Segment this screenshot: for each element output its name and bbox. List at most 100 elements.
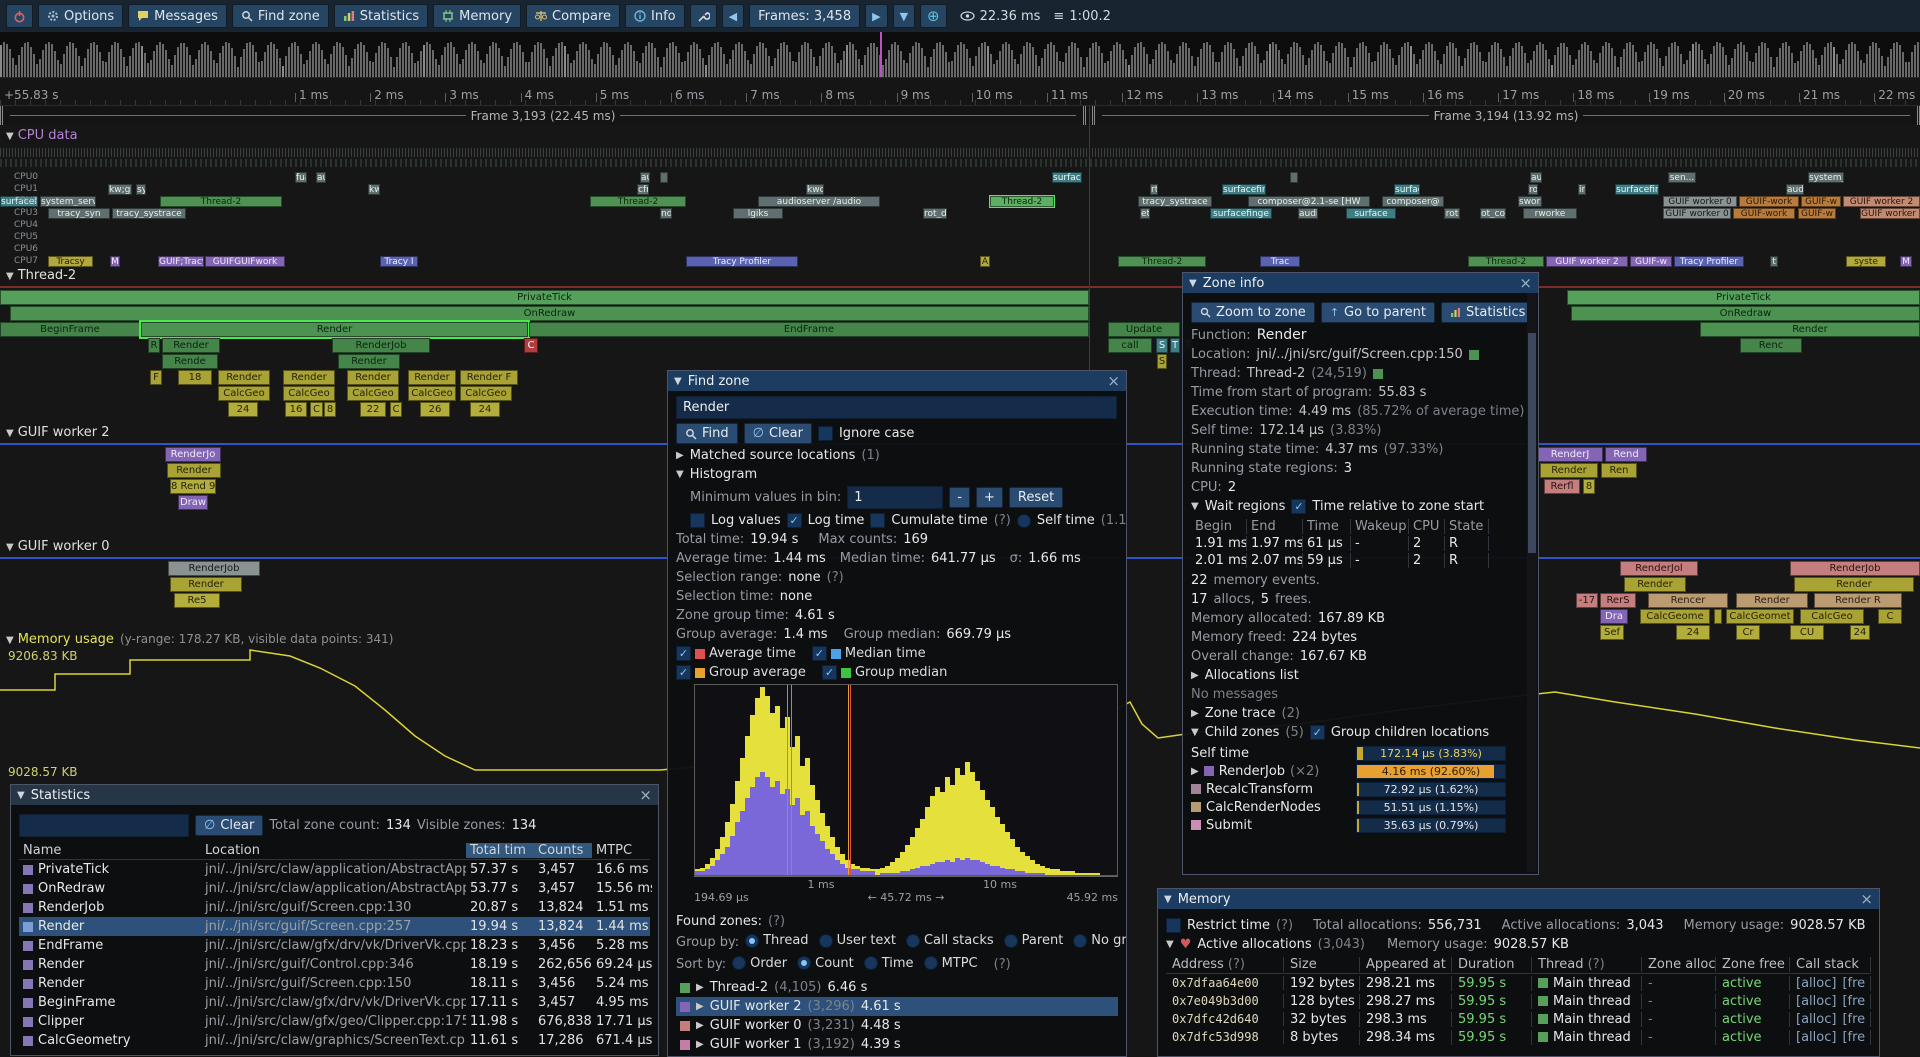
close-icon[interactable]: × bbox=[1107, 374, 1120, 389]
legend-checkbox[interactable] bbox=[812, 646, 827, 661]
timeline-zone[interactable]: RenderJo bbox=[165, 447, 221, 462]
timeline-zone[interactable]: 24 bbox=[470, 402, 500, 417]
close-icon[interactable]: × bbox=[1860, 892, 1873, 907]
timeline-zone[interactable]: Rerfl bbox=[1544, 479, 1580, 494]
timeline-zone[interactable]: Render bbox=[218, 370, 270, 385]
cpu-segment[interactable]: Tracsy bbox=[48, 256, 93, 267]
column-header[interactable]: Time bbox=[1303, 519, 1351, 534]
cpu-segment[interactable]: nd bbox=[660, 208, 672, 219]
table-row[interactable]: EndFramejni/../jni/src/claw/gfx/drv/vk/D… bbox=[19, 936, 650, 955]
cpu-segment[interactable]: composer@ bbox=[1382, 196, 1444, 207]
collapse-icon[interactable]: ▼ bbox=[17, 790, 25, 801]
find-zone-search-input[interactable] bbox=[676, 396, 1117, 419]
cpu-segment[interactable]: Thread-2 bbox=[160, 196, 282, 207]
close-icon[interactable]: × bbox=[1519, 276, 1532, 291]
timeline-zone[interactable]: 24 bbox=[1676, 625, 1710, 640]
legend-checkbox[interactable] bbox=[676, 665, 691, 680]
allocation-row[interactable]: 0x7dfc53d9988 bytes298.34 ms59.95 sMain … bbox=[1166, 1028, 1871, 1046]
column-header[interactable]: Wakeup bbox=[1351, 519, 1409, 534]
scrollbar-thumb[interactable] bbox=[1528, 333, 1536, 553]
collapse-icon[interactable]: ▼ bbox=[6, 271, 14, 282]
cpu-segment[interactable]: GUIF worker 2 bbox=[1843, 196, 1920, 207]
timeline-zone[interactable]: PrivateTick bbox=[0, 290, 1089, 305]
cpu-segment[interactable]: et bbox=[1140, 208, 1150, 219]
group-children-checkbox[interactable] bbox=[1310, 725, 1325, 740]
table-row[interactable]: Renderjni/../jni/src/guif/Control.cpp:34… bbox=[19, 955, 650, 974]
free-callstack-link[interactable]: [fre bbox=[1842, 976, 1865, 991]
timeline-zone[interactable]: RenderJob bbox=[332, 338, 430, 353]
timeline-zone[interactable]: CalcGeo bbox=[218, 386, 270, 401]
cpu-segment[interactable]: swork bbox=[1518, 196, 1542, 207]
timeline-zone[interactable]: Render bbox=[1700, 322, 1920, 337]
timeline-zone[interactable]: 24 bbox=[1850, 625, 1870, 640]
prev-frame-button[interactable]: ◀ bbox=[722, 4, 744, 28]
time-relative-checkbox[interactable] bbox=[1291, 499, 1306, 514]
power-button[interactable] bbox=[6, 4, 33, 28]
expand-icon[interactable]: ▶ bbox=[696, 1001, 704, 1012]
expand-icon[interactable]: ▶ bbox=[1191, 670, 1199, 681]
find-button[interactable]: Find bbox=[676, 423, 738, 444]
column-header[interactable]: Call stack bbox=[1790, 957, 1871, 972]
timeline-zone[interactable]: Renc bbox=[1740, 338, 1802, 353]
thread-header[interactable]: ▼Thread-2 bbox=[6, 268, 76, 283]
histogram-bar[interactable] bbox=[1095, 873, 1100, 875]
table-row[interactable]: Renderjni/../jni/src/guif/Screen.cpp:150… bbox=[19, 974, 650, 993]
reset-button[interactable]: Reset bbox=[1009, 487, 1063, 508]
timeline-zone[interactable]: PrivateTick bbox=[1567, 290, 1920, 305]
cpu-segment[interactable]: rot_d bbox=[923, 208, 947, 219]
column-header[interactable]: Size bbox=[1284, 957, 1360, 972]
expand-icon[interactable]: ▶ bbox=[1191, 708, 1199, 719]
cpu-segment[interactable]: rt bbox=[1150, 184, 1158, 195]
cpu-segment[interactable]: system_s bbox=[1808, 172, 1844, 183]
min-bin-input[interactable] bbox=[847, 486, 943, 509]
alloc-appeared-at[interactable]: 298.34 ms bbox=[1360, 1030, 1452, 1045]
cpu-segment[interactable]: kw bbox=[368, 184, 380, 195]
thread-header[interactable]: ▼GUIF worker 2 bbox=[6, 425, 109, 440]
timeline-zone[interactable] bbox=[1714, 609, 1722, 624]
cpu-segment[interactable]: tracy_systrace bbox=[112, 208, 186, 219]
table-row[interactable]: BeginFramejni/../jni/src/claw/gfx/drv/vk… bbox=[19, 993, 650, 1012]
timeline-zone[interactable]: RerS bbox=[1600, 593, 1636, 608]
frame-span[interactable]: Frame 3,193 (22.45 ms) bbox=[0, 106, 1086, 125]
timeline-zone[interactable]: C bbox=[1878, 609, 1902, 624]
timeline-zone[interactable]: Draw bbox=[178, 495, 208, 510]
cpu-segment[interactable]: Tracy Profiler bbox=[686, 256, 798, 267]
timeline-zone[interactable]: Rencer bbox=[1648, 593, 1728, 608]
collapse-icon[interactable]: ▼ bbox=[1189, 278, 1197, 289]
column-header[interactable]: Begin bbox=[1191, 519, 1247, 534]
expand-icon[interactable]: ▶ bbox=[696, 982, 704, 993]
timeline-zone[interactable]: EndFrame bbox=[529, 322, 1089, 337]
column-header[interactable]: MTPC bbox=[592, 843, 652, 858]
cpu-segment[interactable]: GUIF worker 0 bbox=[1663, 196, 1737, 207]
cpu-segment[interactable]: tracy_systrace bbox=[1138, 196, 1212, 207]
cpu-segment[interactable]: lgiks bbox=[733, 208, 783, 219]
cpu-segment[interactable]: syste bbox=[1846, 256, 1886, 267]
time-histogram-plot[interactable] bbox=[694, 684, 1118, 876]
cpu-segment[interactable]: sy bbox=[136, 184, 146, 195]
column-header[interactable]: Address (?) bbox=[1166, 957, 1284, 972]
column-header[interactable]: Zone free bbox=[1716, 957, 1790, 972]
cpu-segment[interactable]: audip bbox=[1298, 208, 1318, 219]
cpu-segment[interactable]: surfac bbox=[1394, 184, 1420, 195]
cpu-segment[interactable]: surfacefinge bbox=[1222, 184, 1266, 195]
collapse-icon[interactable]: ▼ bbox=[674, 376, 682, 387]
cpu-segment[interactable]: GUIF-work bbox=[1733, 208, 1795, 219]
cpu-segment[interactable] bbox=[660, 172, 668, 183]
cpu-segment[interactable]: kwo bbox=[806, 184, 824, 195]
compare-button[interactable]: Compare bbox=[526, 4, 620, 28]
collapse-icon[interactable]: ▼ bbox=[6, 635, 14, 646]
cpu-segment[interactable]: kw;gn bbox=[108, 184, 132, 195]
column-header[interactable]: Total tim bbox=[466, 843, 534, 858]
allocation-row[interactable]: 0x7dfc42d64032 bytes298.3 ms59.95 sMain … bbox=[1166, 1010, 1871, 1028]
frame-spans-row[interactable]: Frame 3,193 (22.45 ms) Frame 3,194 (13.9… bbox=[0, 106, 1920, 125]
cpu-segment[interactable]: GUIF-w bbox=[1801, 196, 1841, 207]
tools-button[interactable] bbox=[690, 4, 717, 28]
radio-order[interactable]: Order bbox=[732, 956, 787, 971]
table-row[interactable]: Clipperjni/../jni/src/claw/gfx/geo/Clipp… bbox=[19, 1012, 650, 1031]
radio-call-stacks[interactable]: Call stacks bbox=[906, 933, 994, 948]
timeline-zone[interactable]: Render bbox=[1736, 593, 1808, 608]
radio-no-groupi[interactable]: No groupi bbox=[1073, 933, 1126, 948]
memory-titlebar[interactable]: ▼ Memory × bbox=[1158, 889, 1879, 909]
timeline-zone[interactable]: R bbox=[148, 338, 160, 353]
timeline-zone[interactable]: S bbox=[1157, 354, 1167, 369]
